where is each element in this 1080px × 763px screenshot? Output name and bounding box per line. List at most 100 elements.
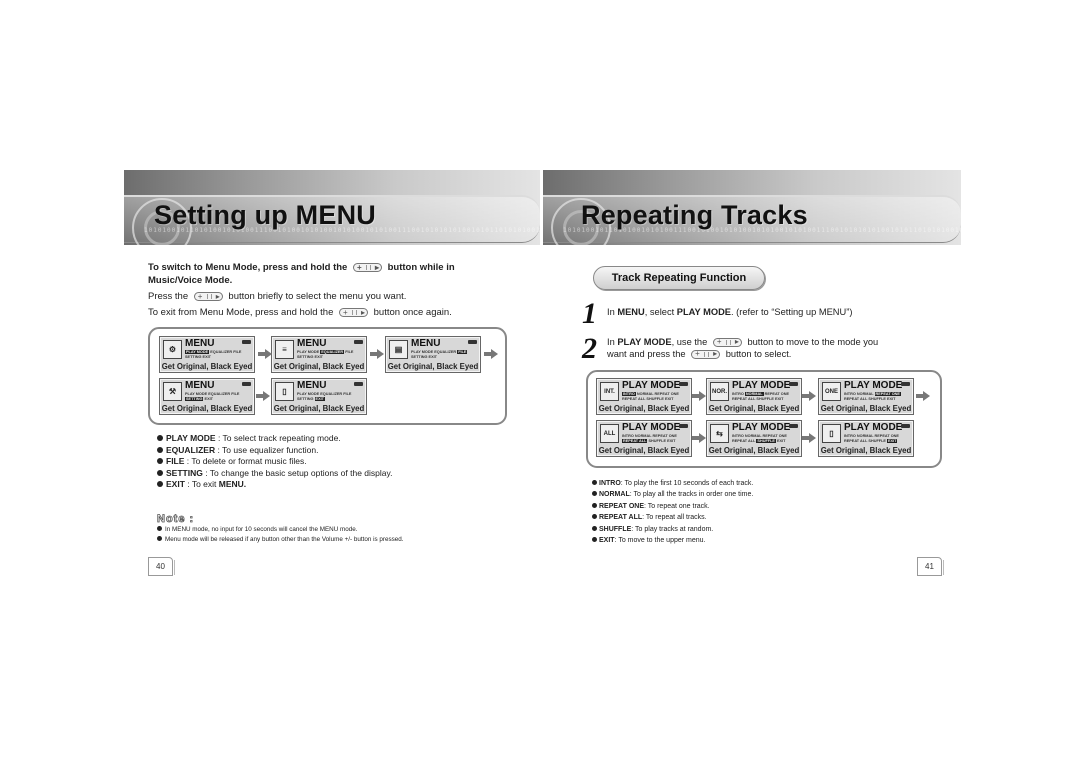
menu-button-icon: [339, 306, 368, 319]
step-number: 2: [582, 332, 597, 365]
intro-line-1: To switch to Menu Mode, press and hold t…: [148, 261, 478, 287]
term: REPEAT ONE: [599, 502, 644, 510]
option: NORMAL: [856, 392, 874, 396]
option: NORMAL: [744, 434, 762, 438]
note-item: Menu mode will be released if any button…: [157, 535, 404, 545]
battery-icon: [901, 382, 910, 386]
option: SETTING: [411, 355, 428, 359]
option: FILE: [233, 350, 242, 354]
list-item: NORMAL: To play all the tracks in order …: [592, 489, 753, 500]
arrow-right-icon: [916, 391, 930, 401]
intro-text: To exit from Menu Mode, press and hold t…: [148, 307, 334, 318]
term: FILE: [166, 456, 185, 467]
term: NORMAL: [599, 491, 630, 499]
song-title: Get Original, Black Eyed: [598, 446, 690, 455]
list-item: SHUFFLE: To play tracks at random.: [592, 524, 753, 535]
menu-options-list: PLAY MODE : To select track repeating mo…: [157, 433, 393, 491]
intro-text: button once again.: [373, 307, 452, 318]
intro-text: To switch to Menu Mode, press and hold t…: [148, 262, 348, 273]
term: SETTING: [166, 467, 203, 478]
bullet-icon: [157, 435, 163, 441]
menu-button-icon: [352, 261, 382, 274]
option: INTRO: [844, 434, 856, 438]
option: EXIT: [428, 355, 437, 359]
term: INTRO: [599, 480, 621, 487]
list-item: EXIT : To exit MENU.: [157, 479, 393, 491]
song-title: Get Original, Black Eyed: [161, 404, 253, 413]
screen-title: MENU: [297, 338, 327, 349]
option: PLAY MODE: [297, 350, 320, 354]
screen-options: INTRO NORMAL REPEAT ONE REPEAT ALL SHUFF…: [844, 434, 912, 444]
screen-options: PLAY MODE EQUALIZER FILE SETTING EXIT: [185, 350, 253, 360]
selected-option: EXIT: [887, 439, 898, 443]
option: EXIT: [202, 355, 211, 359]
option: EXIT: [667, 439, 676, 443]
bullet-icon: [157, 446, 163, 453]
play-mode-icon: ⚙: [163, 340, 182, 359]
lcd-screen: ALL PLAY MODE INTRO NORMAL REPEAT ONE REPE…: [596, 420, 692, 457]
lcd-screen: INT. PLAY MODE INTRO NORMAL REPEAT ONE REP…: [596, 378, 692, 415]
screen-title: PLAY MODE: [732, 380, 791, 391]
description: : To play all the tracks in order one ti…: [629, 491, 754, 499]
option: SHUFFLE: [648, 439, 666, 443]
lcd-screen: ≡ MENU PLAY MODE EQUALIZER FILE SETTING EX…: [271, 336, 367, 373]
text: In: [607, 307, 618, 317]
arrow-right-icon: [692, 391, 706, 401]
text: In: [607, 337, 618, 347]
term: EXIT: [166, 479, 185, 490]
equalizer-icon: ≡: [275, 340, 294, 359]
menu-button-icon: [712, 336, 742, 348]
description: : To select track repeating mode.: [215, 433, 341, 443]
screen-title: MENU: [297, 380, 327, 391]
term: EXIT: [599, 537, 615, 545]
selected-option: EXIT: [314, 397, 325, 401]
option: EXIT: [314, 355, 323, 359]
option: FILE: [231, 392, 240, 396]
battery-icon: [789, 382, 798, 386]
screen-options: INTRO NORMAL REPEAT ONE REPEAT ALL SHUFF…: [732, 434, 800, 444]
list-item: INTRO: To play the first 10 seconds of e…: [592, 478, 753, 489]
arrow-right-icon: [484, 349, 498, 359]
option: REPEAT ONE: [874, 434, 899, 438]
song-title: Get Original, Black Eyed: [820, 446, 912, 455]
option: SHUFFLE: [868, 397, 886, 401]
text: , select: [644, 307, 677, 317]
arrow-right-icon: [258, 349, 272, 359]
lcd-screen: NOR. PLAY MODE INTRO NORMAL REPEAT ONE REP…: [706, 378, 802, 415]
song-title: Get Original, Black Eyed: [273, 362, 365, 371]
screen-title: PLAY MODE: [622, 380, 681, 391]
lcd-screen: ▤ MENU PLAY MODE EQUALIZER FILE SETTING EX…: [385, 336, 481, 373]
term: PLAY MODE: [166, 433, 216, 443]
option: SHUFFLE: [868, 439, 886, 443]
screen-title: PLAY MODE: [622, 422, 681, 433]
description: : To play the first 10 seconds of each t…: [620, 480, 754, 487]
menu-intro: To switch to Menu Mode, press and hold t…: [148, 261, 478, 322]
option: EXIT: [775, 397, 784, 401]
shuffle-icon: ⇆: [710, 424, 729, 443]
screen-options: PLAY MODE EQUALIZER FILE SETTING EXIT: [185, 392, 253, 402]
intro-icon: INT.: [600, 382, 619, 401]
list-item: REPEAT ONE: To repeat one track.: [592, 501, 753, 512]
exit-door-icon: ▯: [822, 424, 841, 443]
page-number-left: 40: [148, 557, 175, 576]
arrow-right-icon: [256, 391, 270, 401]
normal-icon: NOR.: [710, 382, 729, 401]
screen-options: PLAY MODE EQUALIZER FILE SETTING EXIT: [297, 350, 365, 360]
text: button to move to the mode you: [747, 337, 879, 347]
arrow-right-icon: [370, 349, 384, 359]
song-title: Get Original, Black Eyed: [820, 404, 912, 413]
selected-option: REPEAT ALL: [622, 439, 648, 443]
bullet-icon: [592, 514, 597, 520]
description: : To use equalizer function.: [215, 444, 319, 455]
step-text: In PLAY MODE, use the button to move to …: [607, 336, 907, 360]
selected-option: SETTING: [185, 397, 204, 401]
list-item: SETTING : To change the basic setup opti…: [157, 468, 393, 480]
term: REPEAT ALL: [599, 514, 643, 522]
screen-options: INTRO NORMAL REPEAT ONE REPEAT ALL SHUFF…: [622, 434, 690, 444]
note-text: In MENU mode, no input for 10 seconds wi…: [165, 526, 358, 533]
song-title: Get Original, Black Eyed: [598, 404, 690, 413]
option: REPEAT ALL: [844, 397, 868, 401]
song-title: Get Original, Black Eyed: [387, 362, 479, 371]
song-title: Get Original, Black Eyed: [161, 362, 253, 371]
screen-title: MENU: [185, 380, 215, 391]
